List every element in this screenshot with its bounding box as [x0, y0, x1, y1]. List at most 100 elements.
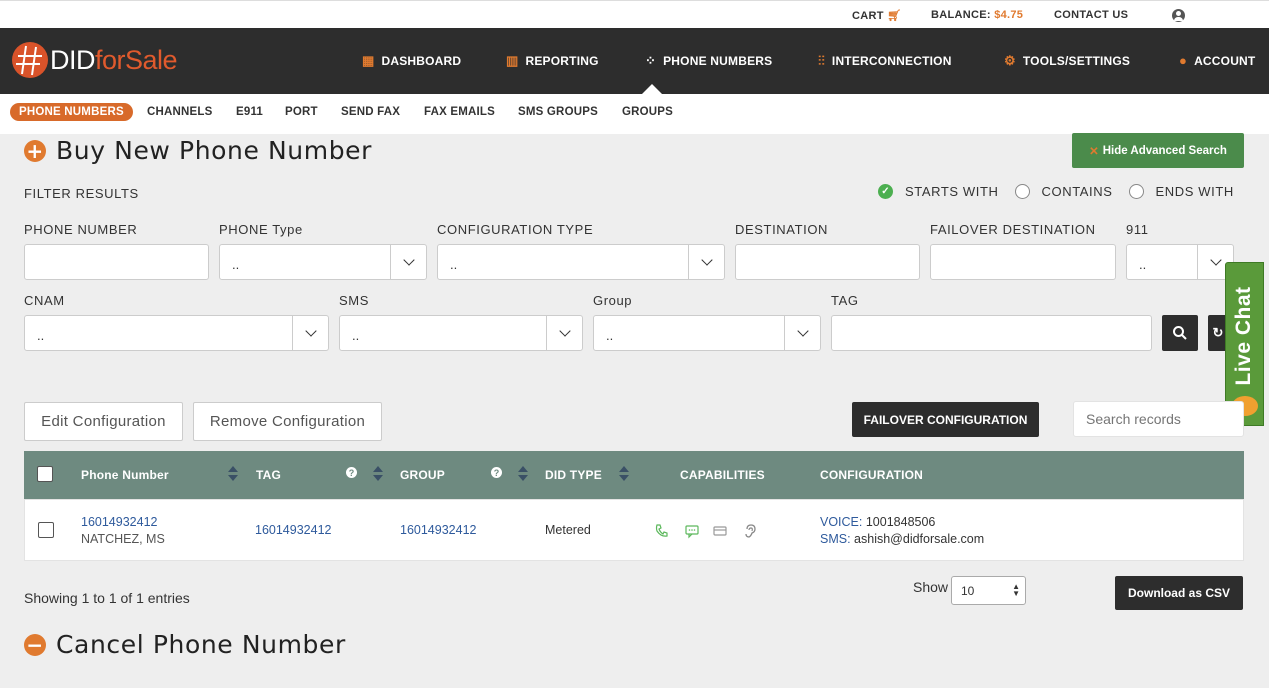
- ends-with-radio[interactable]: [1128, 184, 1144, 199]
- subnav-phone-numbers[interactable]: PHONE NUMBERS: [10, 103, 133, 121]
- row-group-link[interactable]: 16014932412: [400, 523, 476, 537]
- logo-for: for: [95, 44, 126, 75]
- help-icon[interactable]: ?: [491, 467, 502, 478]
- refresh-icon: ↻: [1212, 325, 1224, 340]
- ends-with-label: ENDS WITH: [1155, 184, 1234, 199]
- subnav-sms-groups[interactable]: SMS GROUPS: [518, 106, 598, 118]
- e911-select[interactable]: ..: [1126, 244, 1234, 280]
- main-navigation: DIDforSale ▦ DASHBOARD ▥ REPORTING ⁘ PHONE …: [0, 28, 1269, 94]
- contains-radio[interactable]: [1014, 184, 1030, 199]
- row-location: NATCHEZ, MS: [81, 532, 165, 546]
- nav-tools-settings[interactable]: ⚙ TOOLS/SETTINGS: [1004, 53, 1130, 69]
- subnav-channels[interactable]: CHANNELS: [147, 106, 213, 118]
- subnav-port[interactable]: PORT: [285, 106, 318, 118]
- chevron-down-icon: [784, 316, 820, 350]
- phone-type-select[interactable]: ..: [219, 244, 427, 280]
- subnav-e911[interactable]: E911: [236, 106, 263, 118]
- didforsale-logo[interactable]: DIDforSale: [12, 42, 178, 78]
- bar-chart-icon: ▥: [506, 53, 519, 68]
- table-row[interactable]: 16014932412 NATCHEZ, MS 16014932412 1601…: [24, 499, 1244, 561]
- group-value: ..: [606, 328, 614, 343]
- nav-dashboard-label: DASHBOARD: [381, 54, 462, 68]
- cancel-section-title: Cancel Phone Number: [56, 630, 346, 659]
- hide-advanced-search-button[interactable]: ✕ Hide Advanced Search: [1072, 133, 1244, 168]
- nav-account-label: ACCOUNT: [1194, 53, 1256, 68]
- config-type-value: ..: [450, 257, 458, 272]
- contact-us-link[interactable]: CONTACT US: [1054, 9, 1128, 21]
- row-voice-config: VOICE: 1001848506: [820, 515, 935, 529]
- top-utility-bar: CART 🛒︎ BALANCE: $4.75 CONTACT US: [0, 0, 1269, 28]
- capabilities-header: CAPABILITIES: [680, 468, 765, 482]
- starts-with-radio[interactable]: ✓: [878, 184, 893, 199]
- group-header[interactable]: GROUP: [400, 468, 445, 482]
- tag-filter-input[interactable]: [831, 315, 1152, 351]
- subnav-fax-emails[interactable]: FAX EMAILS: [424, 106, 495, 118]
- balance-display: BALANCE: $4.75: [931, 9, 1023, 21]
- nav-phone-numbers[interactable]: ⁘ PHONE NUMBERS: [645, 53, 772, 69]
- failover-configuration-button[interactable]: FAILOVER CONFIGURATION: [852, 402, 1039, 437]
- nav-dashboard[interactable]: ▦ DASHBOARD: [362, 53, 461, 69]
- failover-destination-filter-input[interactable]: [930, 244, 1116, 280]
- contains-label: CONTAINS: [1041, 184, 1113, 199]
- user-icon[interactable]: [1172, 9, 1185, 22]
- minus-circle-icon: −: [24, 633, 46, 656]
- sms-value: ..: [352, 328, 360, 343]
- phone-number-header[interactable]: Phone Number: [81, 468, 169, 482]
- phone-type-value: ..: [232, 257, 240, 272]
- remove-configuration-button[interactable]: Remove Configuration: [193, 402, 382, 441]
- nav-interconnection[interactable]: ⫶⫶ INTERCONNECTION: [818, 53, 952, 69]
- entries-info: Showing 1 to 1 of 1 entries: [24, 590, 190, 606]
- select-all-checkbox[interactable]: [37, 466, 53, 482]
- row-tag-link[interactable]: 16014932412: [255, 523, 331, 537]
- match-mode-radio-group: ✓ STARTS WITH CONTAINS ENDS WITH: [878, 184, 1234, 199]
- page-size-select[interactable]: 10 ▲ ▼: [951, 576, 1026, 605]
- failover-destination-filter-label: FAILOVER DESTINATION: [930, 222, 1096, 237]
- destination-filter-label: DESTINATION: [735, 222, 829, 237]
- voice-capability-icon: [655, 524, 668, 537]
- voice-value: 1001848506: [865, 515, 936, 529]
- download-csv-button[interactable]: Download as CSV: [1115, 576, 1243, 610]
- nav-reporting-label: REPORTING: [525, 54, 599, 68]
- subnav-groups[interactable]: GROUPS: [622, 106, 673, 118]
- sort-icon[interactable]: [619, 466, 629, 482]
- nav-account[interactable]: ● ACCOUNT: [1179, 53, 1255, 68]
- sub-navigation: PHONE NUMBERS CHANNELS E911 PORT SEND FA…: [0, 94, 1269, 134]
- tag-filter-label: TAG: [831, 293, 859, 308]
- nav-interconnection-label: INTERCONNECTION: [831, 54, 952, 68]
- help-icon[interactable]: ?: [346, 467, 357, 478]
- sms-select[interactable]: ..: [339, 315, 583, 351]
- tag-header[interactable]: TAG: [256, 468, 281, 482]
- config-type-filter-label: CONFIGURATION TYPE: [437, 222, 594, 237]
- cnam-value: ..: [37, 328, 45, 343]
- row-checkbox[interactable]: [38, 522, 54, 538]
- balance-value: $4.75: [994, 9, 1024, 21]
- sms-capability-icon: [685, 525, 699, 539]
- nav-reporting[interactable]: ▥ REPORTING: [506, 53, 599, 69]
- phone-number-filter-input[interactable]: [24, 244, 209, 280]
- active-nav-caret: [642, 84, 662, 94]
- edit-configuration-button[interactable]: Edit Configuration: [24, 402, 183, 441]
- filter-results-title: FILTER RESULTS: [24, 186, 139, 201]
- subnav-send-fax[interactable]: SEND FAX: [341, 106, 400, 118]
- row-phone-number-link[interactable]: 16014932412: [81, 515, 157, 529]
- cnam-select[interactable]: ..: [24, 315, 329, 351]
- buy-section-header[interactable]: + Buy New Phone Number: [24, 136, 372, 165]
- sort-icon[interactable]: [518, 466, 528, 482]
- cart-link[interactable]: CART 🛒︎: [852, 9, 901, 22]
- nav-tools-label: TOOLS/SETTINGS: [1022, 54, 1131, 68]
- did-type-header[interactable]: DID TYPE: [545, 468, 602, 482]
- search-button[interactable]: [1162, 315, 1198, 351]
- table-header: Phone Number TAG ? GROUP ? DID TYPE CAPA…: [24, 451, 1244, 499]
- destination-filter-input[interactable]: [735, 244, 920, 280]
- voice-label: VOICE:: [820, 515, 863, 529]
- row-did-type: Metered: [545, 523, 591, 537]
- sort-icon[interactable]: [228, 466, 238, 482]
- cancel-section-header[interactable]: − Cancel Phone Number: [24, 630, 346, 659]
- sort-icon[interactable]: [373, 466, 383, 482]
- e911-filter-label: 911: [1126, 222, 1149, 237]
- group-select[interactable]: ..: [593, 315, 821, 351]
- dashboard-icon: ▦: [362, 53, 375, 68]
- search-records-input[interactable]: [1073, 401, 1244, 437]
- plus-circle-icon: +: [24, 139, 46, 162]
- config-type-select[interactable]: ..: [437, 244, 725, 280]
